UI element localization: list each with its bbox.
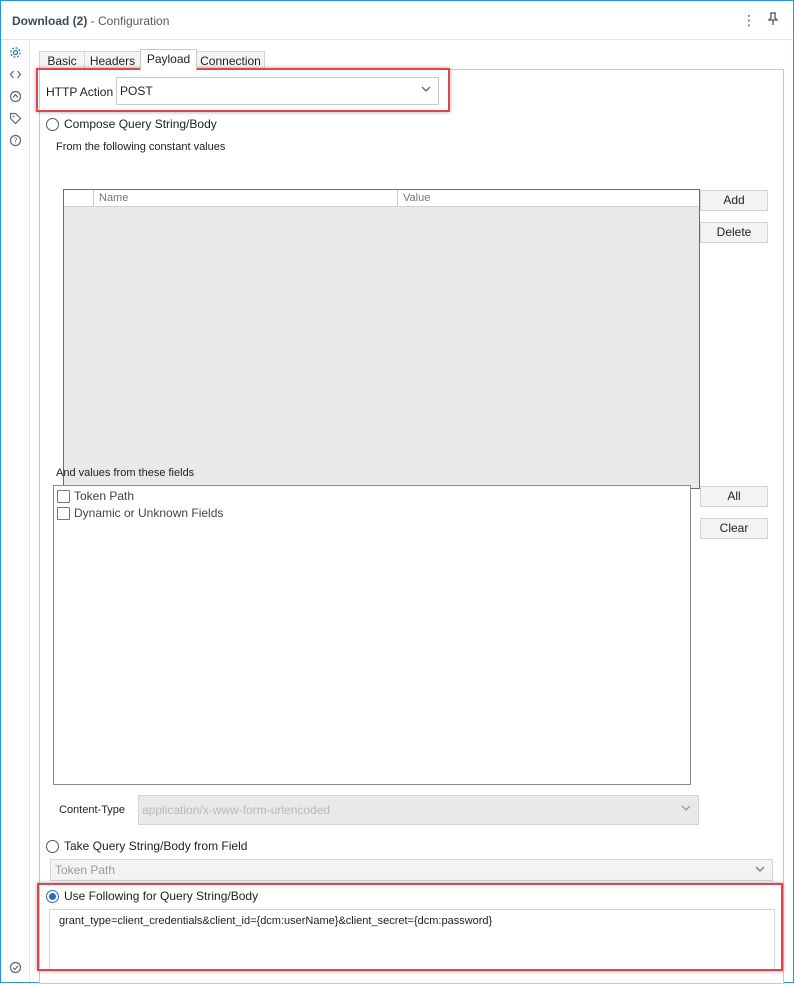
tab-payload[interactable]: Payload: [140, 49, 197, 71]
title-bar: Download (2) - Configuration ⋮: [1, 1, 793, 40]
clear-button[interactable]: Clear: [700, 518, 768, 539]
all-button[interactable]: All: [700, 486, 768, 507]
tab-connection[interactable]: Connection: [196, 51, 265, 70]
window-title: Download (2) - Configuration: [12, 14, 169, 28]
use-following-label: Use Following for Query String/Body: [64, 889, 259, 903]
svg-text:?: ?: [14, 136, 18, 145]
fields-label: And values from these fields: [56, 467, 195, 479]
config-window: Download (2) - Configuration ⋮ ? Basic H…: [0, 0, 794, 984]
token-path-checkbox[interactable]: [57, 490, 70, 503]
from-field-value: Token Path: [55, 863, 116, 877]
from-field-select[interactable]: Token Path: [50, 859, 773, 881]
grid-col-name: Name: [93, 190, 397, 206]
grid-header: Name Value: [64, 190, 699, 207]
dynamic-fields-label: Dynamic or Unknown Fields: [74, 506, 224, 520]
config-content: Basic Headers Payload Connection HTTP Ac…: [30, 40, 793, 984]
help-icon[interactable]: ?: [9, 134, 22, 147]
status-check-icon: [9, 961, 22, 974]
more-options-icon[interactable]: ⋮: [741, 12, 757, 28]
compose-radio[interactable]: [46, 118, 59, 131]
chevron-down-icon: [753, 863, 767, 877]
use-following-radio[interactable]: [46, 890, 59, 903]
window-title-tool: Download (2): [12, 14, 88, 28]
grid-row-header: [64, 190, 93, 206]
chevron-down-icon: [679, 802, 693, 816]
constants-grid[interactable]: Name Value: [63, 189, 700, 489]
connection-icon[interactable]: [9, 90, 22, 103]
http-action-value: POST: [120, 84, 153, 98]
pin-icon[interactable]: [765, 12, 781, 28]
http-action-select[interactable]: POST: [116, 77, 439, 105]
content-type-value: application/x-www-form-urlencoded: [142, 803, 331, 817]
content-type-select[interactable]: application/x-www-form-urlencoded: [138, 795, 699, 825]
compose-label: Compose Query String/Body: [64, 117, 217, 131]
payload-panel: HTTP Action POST Compose Query String/Bo…: [39, 69, 784, 984]
from-field-radio[interactable]: [46, 840, 59, 853]
window-title-suffix: - Configuration: [87, 14, 170, 28]
tag-icon[interactable]: [9, 112, 22, 125]
fields-list[interactable]: Token Path Dynamic or Unknown Fields: [53, 485, 691, 785]
sidebar: ?: [1, 40, 30, 982]
http-action-label: HTTP Action: [46, 85, 114, 99]
grid-col-value: Value: [397, 190, 699, 206]
query-body-text: grant_type=client_credentials&client_id=…: [59, 915, 493, 927]
delete-button[interactable]: Delete: [700, 222, 768, 243]
code-icon[interactable]: [9, 68, 22, 81]
tab-headers[interactable]: Headers: [84, 51, 141, 70]
from-field-label: Take Query String/Body from Field: [64, 839, 248, 853]
content-type-label: Content-Type: [59, 804, 126, 816]
add-button[interactable]: Add: [700, 190, 768, 211]
query-body-textarea[interactable]: grant_type=client_credentials&client_id=…: [49, 909, 775, 970]
tab-basic[interactable]: Basic: [39, 51, 85, 70]
dynamic-fields-checkbox[interactable]: [57, 507, 70, 520]
token-path-label: Token Path: [74, 489, 135, 503]
gear-icon[interactable]: [9, 46, 22, 59]
constants-label: From the following constant values: [56, 141, 226, 153]
chevron-down-icon: [419, 83, 433, 97]
